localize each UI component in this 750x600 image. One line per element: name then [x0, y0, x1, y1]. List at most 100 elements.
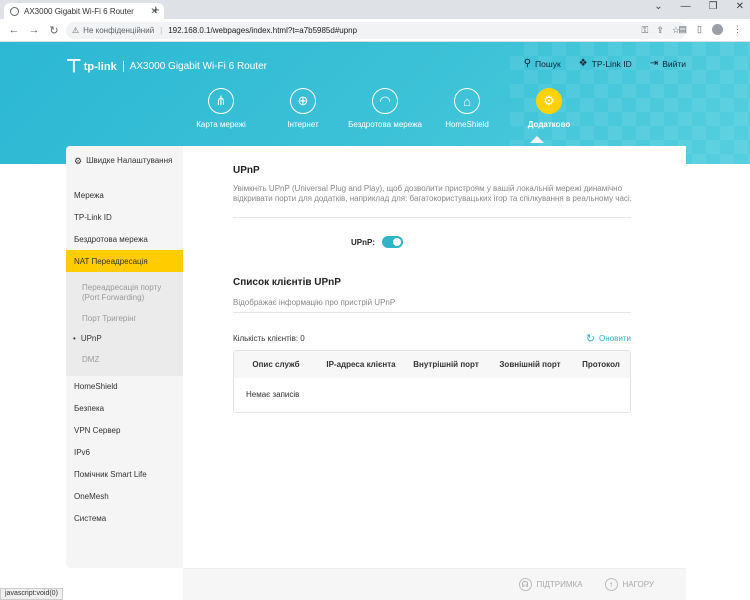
brand-name: tp-link [83, 60, 117, 73]
sidebar-item-security[interactable]: Безпека [66, 398, 183, 420]
column-header: Опис служб [252, 360, 300, 369]
divider [233, 217, 631, 218]
tab-title: AX3000 Gigabit Wi-Fi 6 Router [24, 6, 134, 16]
share-icon[interactable]: ⇪ [656, 25, 664, 36]
menu-wireless[interactable]: ◠ Бездротова мережа [344, 88, 426, 129]
column-header: IP-адреса клієнта [326, 360, 396, 369]
sidebar-item-system[interactable]: Система [66, 508, 183, 530]
gear-icon: ⚙ [74, 156, 83, 166]
sidebar-subitem-port-triggering[interactable]: Порт Тригерінг [66, 309, 183, 329]
globe-icon: ⊕ [290, 88, 316, 114]
browser-tabbar: AX3000 Gigabit Wi-Fi 6 Router ✕ + ⌄ — ❐ … [0, 0, 750, 19]
window-controls: ⌄ — ❐ ✕ [654, 1, 744, 12]
tplink-id-link[interactable]: ❖ TP-Link ID [579, 58, 632, 69]
reload-icon[interactable]: ↻ [44, 24, 64, 37]
main-panel: UPnP Увімкніть UPnP (Universal Plug and … [183, 146, 686, 568]
menu-label: Інтернет [287, 120, 319, 129]
sidebar-item-smart-life[interactable]: Помічник Smart Life [66, 464, 183, 486]
minimize-icon[interactable]: — [681, 1, 691, 12]
chevron-down-icon[interactable]: ⌄ [654, 1, 662, 12]
tplink-id-label: TP-Link ID [591, 58, 632, 69]
sidebar-item-network[interactable]: Мережа [66, 184, 183, 206]
sidebar-subitem-upnp[interactable]: UPnP [66, 329, 183, 349]
menu-label: Карта мережі [196, 120, 246, 129]
browser-toolbar: ← → ↻ ⚠ Не конфіденційний | 192.168.0.1/… [0, 19, 750, 42]
divider [233, 312, 631, 313]
search-label: Пошук [535, 58, 561, 69]
clients-title: Список клієнтів UPnP [233, 277, 341, 288]
menu-network-map[interactable]: ⋔ Карта мережі [180, 88, 262, 129]
sidebar: ⚙ Швидке Налаштування Мережа TP-Link ID … [66, 146, 183, 568]
globe-icon [10, 6, 19, 16]
back-to-top-label: НАГОРУ [622, 580, 654, 589]
refresh-button[interactable]: ↻ Оновити [586, 332, 631, 345]
gear-icon: ⚙ [536, 88, 562, 114]
url-text[interactable]: 192.168.0.1/webpages/index.html?t=a7b598… [168, 26, 357, 35]
kebab-menu-icon[interactable]: ⋮ [733, 24, 742, 35]
sidebar-item-wireless[interactable]: Бездротова мережа [66, 228, 183, 250]
clients-description: Відображає інформацію про пристрій UPnP [233, 298, 396, 307]
column-header: Зовнішній порт [499, 360, 561, 369]
refresh-label: Оновити [599, 334, 631, 343]
sidebar-item-homeshield[interactable]: HomeShield [66, 376, 183, 398]
upnp-description: Увімкніть UPnP (Universal Plug and Play)… [233, 184, 632, 204]
support-label: ПІДТРИМКА [536, 580, 583, 589]
logout-link[interactable]: ⇥ Вийти [650, 58, 686, 69]
menu-advanced[interactable]: ⚙ Додатково [508, 88, 590, 129]
close-window-icon[interactable]: ✕ [736, 1, 744, 12]
tplink-logo-icon: ⊤ [66, 56, 82, 76]
maximize-icon[interactable]: ❐ [709, 1, 718, 12]
sidebar-item-ipv6[interactable]: IPv6 [66, 442, 183, 464]
sidebar-subitem-dmz[interactable]: DMZ [66, 350, 183, 370]
upnp-label: UPnP: [351, 237, 375, 247]
sidebar-subitem-port-forwarding[interactable]: Переадресація порту (Port Forwarding) [66, 278, 183, 309]
footer: ☊ ПІДТРИМКА ↑ НАГОРУ [183, 568, 686, 600]
url-separator: | [160, 26, 163, 35]
menu-internet[interactable]: ⊕ Інтернет [262, 88, 344, 129]
forward-icon[interactable]: → [24, 24, 44, 36]
menu-label: HomeShield [445, 120, 489, 129]
profile-avatar[interactable] [712, 24, 723, 35]
tplink-id-icon: ❖ [578, 58, 588, 69]
search-link[interactable]: ⚲ Пошук [524, 58, 561, 69]
main-menu: ⋔ Карта мережі ⊕ Інтернет ◠ Бездротова м… [180, 88, 590, 129]
sidebar-item-vpn-server[interactable]: VPN Сервер [66, 420, 183, 442]
insecure-label: Не конфіденційний [83, 26, 155, 35]
sidebar-item-onemesh[interactable]: OneMesh [66, 486, 183, 508]
sidebar-subgroup-nat: Переадресація порту (Port Forwarding) По… [66, 272, 183, 376]
menu-label: Додатково [527, 120, 571, 129]
clients-table: Опис служб IP-адреса клієнта Внутрішній … [233, 350, 631, 413]
menu-label: Бездротова мережа [348, 120, 422, 129]
arrow-up-icon: ↑ [604, 578, 618, 591]
headset-icon: ☊ [518, 578, 532, 591]
page-title: UPnP [233, 165, 260, 176]
new-tab-button[interactable]: + [152, 2, 160, 17]
client-count: Кількість клієнтів: 0 [233, 334, 305, 343]
sidebar-item-quick-setup[interactable]: ⚙ Швидке Налаштування [66, 146, 183, 184]
homeshield-icon: ⌂ [454, 88, 480, 114]
browser-tab[interactable]: AX3000 Gigabit Wi-Fi 6 Router ✕ [4, 3, 164, 19]
client-count-row: Кількість клієнтів: 0 ↻ Оновити [233, 332, 631, 345]
sidebar-item-nat[interactable]: NAT Переадресація [66, 250, 183, 272]
back-to-top-link[interactable]: ↑ НАГОРУ [604, 578, 654, 591]
logout-icon: ⇥ [649, 58, 659, 69]
empty-message: Немає записів [246, 390, 300, 399]
warning-icon[interactable]: ⚠ [72, 26, 79, 35]
support-link[interactable]: ☊ ПІДТРИМКА [518, 578, 583, 591]
sidebar-item-tplink-id[interactable]: TP-Link ID [66, 206, 183, 228]
back-icon[interactable]: ← [4, 24, 24, 36]
column-header: Внутрішній порт [413, 360, 479, 369]
sidepanel-icon[interactable]: ▯ [697, 24, 702, 35]
reading-list-icon[interactable]: ▤ [679, 24, 688, 35]
menu-homeshield[interactable]: ⌂ HomeShield [426, 88, 508, 129]
menu-pointer [530, 136, 544, 143]
brand: ⊤ tp-link AX3000 Gigabit Wi-Fi 6 Router [66, 56, 267, 77]
key-icon[interactable]: ⚿ [642, 25, 649, 36]
address-bar[interactable]: ⚠ Не конфіденційний | 192.168.0.1/webpag… [66, 22, 686, 39]
table-header: Опис служб IP-адреса клієнта Внутрішній … [234, 351, 630, 378]
network-map-icon: ⋔ [208, 88, 234, 114]
upnp-toggle[interactable] [382, 236, 403, 248]
header-links: ⚲ Пошук ❖ TP-Link ID ⇥ Вийти [524, 58, 686, 69]
search-icon: ⚲ [523, 58, 532, 69]
sidebar-item-label: Швидке Налаштування [86, 156, 173, 165]
